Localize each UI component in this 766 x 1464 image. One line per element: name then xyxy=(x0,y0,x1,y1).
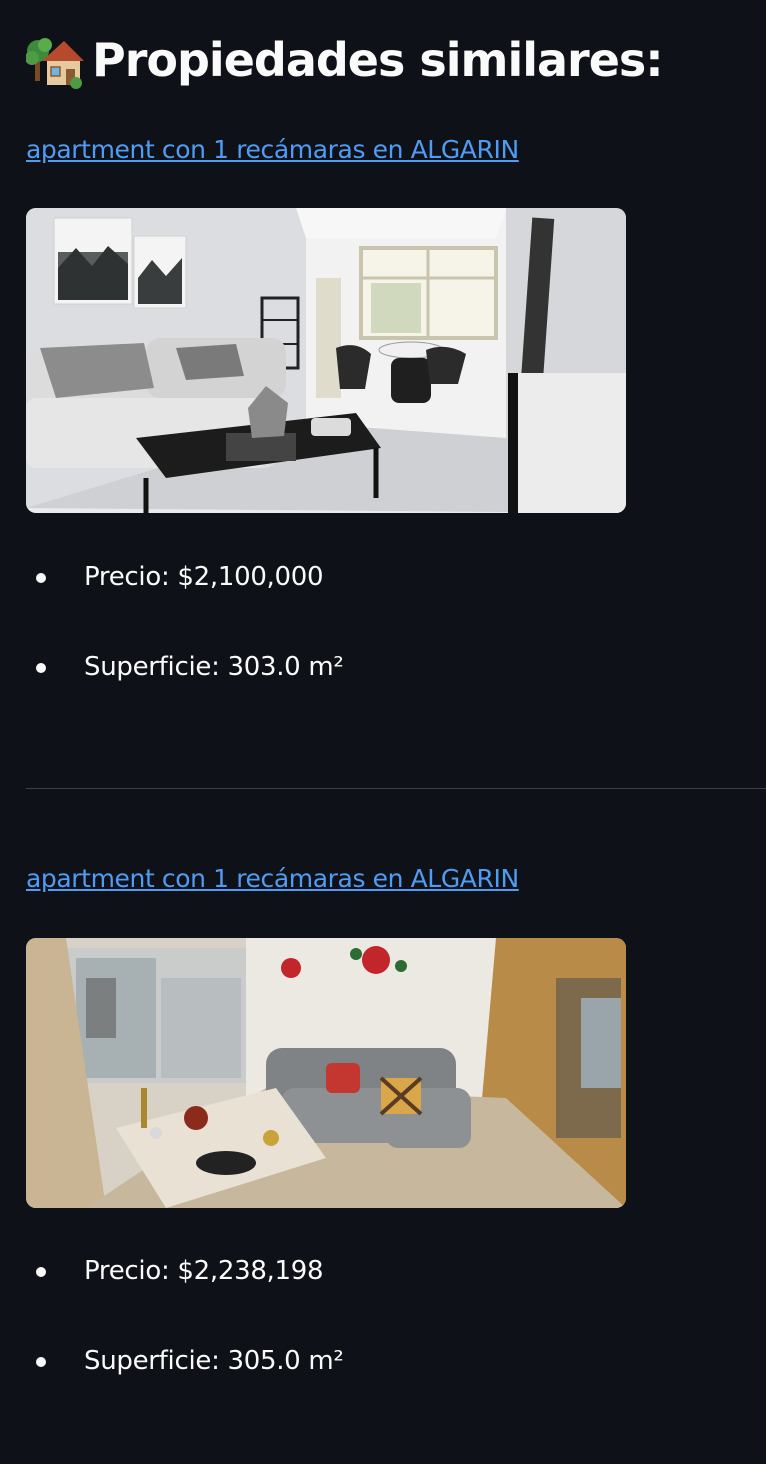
listing-link[interactable]: apartment con 1 recámaras en ALGARIN xyxy=(26,133,519,167)
house-with-tree-icon xyxy=(25,31,84,89)
list-item: Precio: $2,100,000 xyxy=(26,559,344,595)
price-text: Precio: $2,238,198 xyxy=(84,1256,324,1286)
page-title-text: Propiedades similares: xyxy=(92,33,664,87)
bullet-dot xyxy=(36,1267,46,1277)
listing-details: Precio: $2,100,000 Superficie: 303.0 m² xyxy=(26,559,344,739)
divider xyxy=(26,788,766,789)
area-text: Superficie: 305.0 m² xyxy=(84,1346,344,1376)
area-text: Superficie: 303.0 m² xyxy=(84,652,344,682)
bullet-dot xyxy=(36,663,46,673)
listing-photo[interactable] xyxy=(26,208,626,513)
bullet-dot xyxy=(36,1357,46,1367)
listing-photo[interactable] xyxy=(26,938,626,1208)
list-item: Superficie: 303.0 m² xyxy=(26,649,344,685)
bullet-dot xyxy=(36,573,46,583)
page-title: Propiedades similares: xyxy=(25,28,664,92)
price-text: Precio: $2,100,000 xyxy=(84,562,324,592)
list-item: Precio: $2,238,198 xyxy=(26,1253,344,1289)
list-item: Superficie: 305.0 m² xyxy=(26,1343,344,1379)
page: Propiedades similares: apartment con 1 r… xyxy=(0,0,766,1464)
listing-link[interactable]: apartment con 1 recámaras en ALGARIN xyxy=(26,862,519,896)
listing-details: Precio: $2,238,198 Superficie: 305.0 m² xyxy=(26,1253,344,1433)
